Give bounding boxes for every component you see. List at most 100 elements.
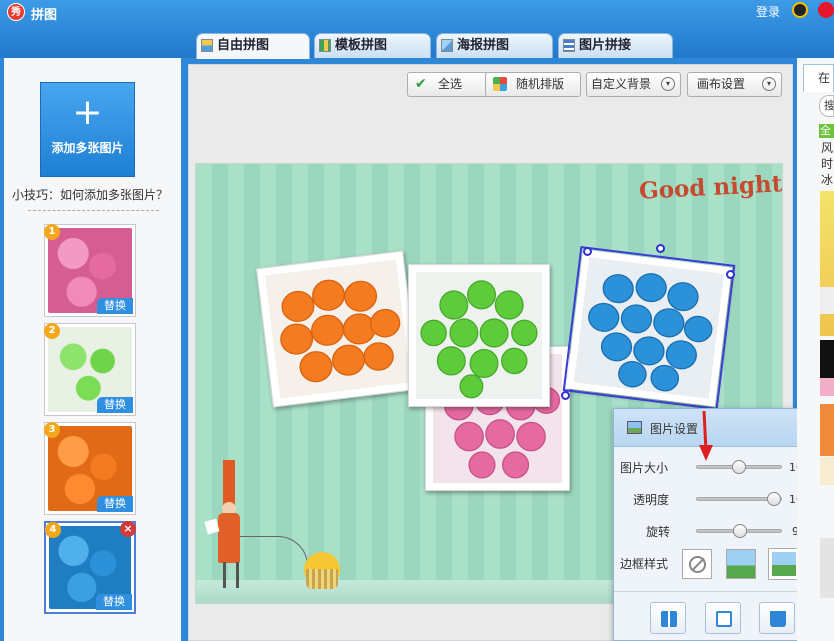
thumbnail-item-selected[interactable]: 4 × 替换 (44, 521, 136, 614)
material-thumbnail[interactable] (820, 538, 834, 598)
material-thumbnail[interactable] (820, 457, 834, 485)
thumbnail-item[interactable]: 2 替换 (44, 323, 136, 416)
no-symbol-icon (689, 556, 706, 573)
qq-icon[interactable] (792, 2, 808, 18)
border-style-frame-icon[interactable] (768, 548, 800, 580)
border-none-icon[interactable] (682, 549, 712, 579)
boy-hat-illustration (223, 460, 235, 508)
chevron-down-icon: ▾ (762, 77, 776, 91)
goodnight-sticker[interactable]: Good night (638, 170, 782, 204)
photo-orange-beads[interactable] (256, 250, 420, 408)
tab-label: 图片拼接 (579, 38, 632, 53)
tab-label: 模板拼图 (335, 38, 388, 53)
rotate-handle[interactable] (656, 244, 665, 253)
copy-icon (716, 611, 732, 627)
right-panel: 在 搜 全 风 时 冰 (797, 58, 834, 641)
material-thumbnail[interactable] (820, 404, 834, 456)
check-icon: ✔ (415, 76, 427, 92)
category-item[interactable]: 冰 (821, 171, 833, 188)
random-layout-label: 随机排版 (516, 77, 565, 91)
thumbnail-item[interactable]: 3 替换 (44, 422, 136, 515)
replace-button[interactable]: 替换 (97, 496, 133, 512)
tab-label: 海报拼图 (457, 38, 510, 53)
random-layout-button[interactable]: 随机排版 (485, 72, 581, 97)
photo-blue-beads-selected[interactable] (562, 246, 736, 410)
copy-button[interactable] (705, 602, 741, 634)
slider-knob[interactable] (732, 460, 746, 474)
flip-icon (661, 611, 677, 627)
material-thumbnail[interactable] (820, 191, 834, 336)
online-tab[interactable]: 在 (803, 64, 834, 92)
custom-background-button[interactable]: 自定义背景 ▾ (586, 72, 681, 97)
size-slider[interactable] (696, 460, 782, 474)
material-thumbnail[interactable] (820, 340, 834, 378)
login-link[interactable]: 登录 (756, 3, 780, 20)
add-images-button[interactable]: + 添加多张图片 (40, 82, 135, 177)
thumbnail-number: 3 (44, 422, 60, 438)
custom-background-label: 自定义背景 (591, 77, 652, 91)
resize-handle[interactable] (583, 247, 592, 256)
plus-icon: + (72, 92, 103, 133)
material-thumbnail[interactable] (820, 287, 834, 314)
thumbnail-number: 1 (44, 224, 60, 240)
slider-knob[interactable] (767, 492, 781, 506)
canvas-settings-label: 画布设置 (697, 77, 746, 91)
thumbnail-number: 4 (45, 522, 61, 538)
template-collage-icon (319, 39, 331, 52)
border-style-label: 边框样式 (620, 557, 669, 571)
replace-button[interactable]: 替换 (96, 594, 132, 610)
red-arrow-annotation (699, 411, 713, 461)
dialog-title: 图片设置 (650, 422, 699, 436)
boy-body-illustration (218, 513, 240, 563)
canvas-settings-button[interactable]: 画布设置 ▾ (687, 72, 782, 97)
thumbnail-item[interactable]: 1 替换 (44, 224, 136, 317)
opacity-slider[interactable] (696, 492, 782, 506)
flip-button[interactable] (650, 602, 686, 634)
tab-free-collage[interactable]: 自由拼图 (196, 33, 310, 59)
basket-illustration (306, 569, 338, 589)
photo-green-beads[interactable] (408, 264, 550, 407)
rotation-slider[interactable] (696, 524, 782, 538)
tab-image-stitch[interactable]: 图片拼接 (558, 33, 673, 58)
size-label: 图片大小 (620, 461, 669, 475)
replace-button[interactable]: 替换 (97, 397, 133, 413)
resize-handle[interactable] (726, 270, 735, 279)
chevron-down-icon: ▾ (661, 77, 675, 91)
replace-button[interactable]: 替换 (97, 298, 133, 314)
left-panel: + 添加多张图片 小技巧：如何添加多张图片？ 1 替换 2 替换 3 替换 4 … (4, 58, 181, 641)
resize-handle[interactable] (561, 391, 570, 400)
image-icon (627, 421, 642, 434)
image-stitch-icon (563, 39, 575, 52)
divider (28, 210, 159, 211)
orange-beads-image (264, 259, 412, 399)
tip-link[interactable]: 小技巧：如何添加多张图片？ (12, 186, 168, 203)
thumbnail-number: 2 (44, 323, 60, 339)
trash-icon (770, 611, 786, 627)
weibo-icon[interactable] (818, 2, 834, 18)
select-all-button[interactable]: ✔ 全选 (407, 72, 493, 97)
boy-legs-illustration (223, 562, 239, 588)
tab-poster-collage[interactable]: 海报拼图 (436, 33, 553, 58)
dialog-header[interactable]: 图片设置 × (614, 409, 828, 447)
blue-beads-image (573, 257, 725, 399)
remove-icon[interactable]: × (120, 521, 136, 537)
opacity-label: 透明度 (633, 493, 670, 507)
category-item[interactable]: 风 (821, 139, 833, 156)
poster-collage-icon (441, 39, 453, 52)
border-style-plain-icon[interactable] (726, 549, 756, 579)
material-thumbnail[interactable] (820, 378, 834, 396)
tab-label: 自由拼图 (217, 38, 270, 53)
rotation-label: 旋转 (646, 525, 671, 539)
tab-template-collage[interactable]: 模板拼图 (314, 33, 431, 58)
random-layout-icon (493, 77, 507, 91)
delete-button[interactable] (759, 602, 795, 634)
title-bar: 秀 拼图 登录 自由拼图 模板拼图 海报拼图 图片拼接 (0, 0, 834, 59)
slider-knob[interactable] (733, 524, 748, 538)
green-beads-image (416, 272, 542, 399)
category-item[interactable]: 时 (821, 155, 833, 172)
category-all[interactable]: 全 (819, 124, 834, 138)
free-collage-icon (201, 39, 213, 52)
app-title: 拼图 (31, 8, 58, 23)
app-logo-icon: 秀 (7, 3, 25, 21)
search-button[interactable]: 搜 (819, 95, 834, 117)
